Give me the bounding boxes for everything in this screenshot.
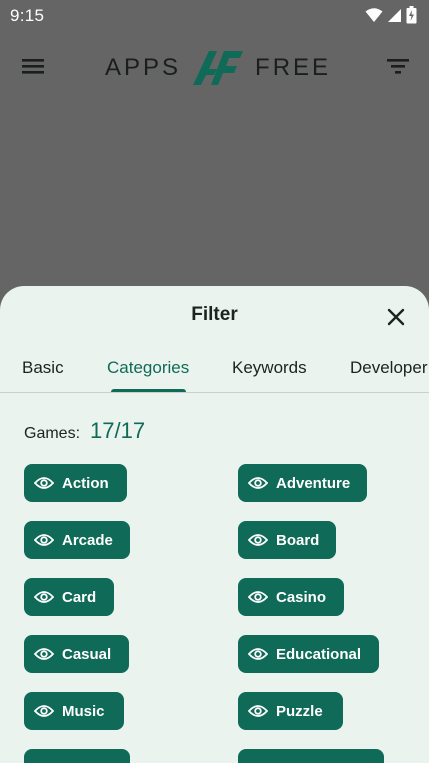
chip-label: Arcade	[62, 531, 113, 549]
sheet-title: Filter	[191, 304, 238, 325]
chip-label: Board	[276, 531, 320, 549]
eye-icon	[248, 477, 268, 489]
chip-board[interactable]: Board	[238, 521, 336, 559]
chip-casino[interactable]: Casino	[238, 578, 344, 616]
chip-partial-right[interactable]	[238, 749, 384, 763]
tab-developer[interactable]: Developer	[350, 358, 428, 378]
chip-partial-left[interactable]	[24, 749, 130, 763]
eye-icon	[248, 534, 268, 546]
chip-music[interactable]: Music	[24, 692, 124, 730]
games-count: 17/17	[90, 418, 146, 443]
chip-label: Casino	[276, 588, 327, 606]
chip-puzzle[interactable]: Puzzle	[238, 692, 343, 730]
chip-card[interactable]: Card	[24, 578, 114, 616]
eye-icon	[34, 705, 54, 717]
status-icons	[365, 6, 417, 24]
chip-label: Music	[62, 702, 105, 720]
filter-sheet: Filter Basic Categories Keywords Develop…	[0, 286, 429, 763]
chip-label: Puzzle	[276, 702, 323, 720]
tab-categories[interactable]: Categories	[107, 358, 189, 378]
menu-icon	[22, 59, 44, 74]
chip-educational[interactable]: Educational	[238, 635, 379, 673]
chip-label: Casual	[62, 645, 112, 663]
status-time: 9:15	[10, 6, 45, 25]
app-logo: APPS FREE	[105, 48, 331, 88]
logo-text-right: FREE	[255, 54, 332, 81]
games-label: Games:	[24, 425, 81, 442]
chip-casual[interactable]: Casual	[24, 635, 129, 673]
eye-icon	[248, 648, 268, 660]
eye-icon	[34, 477, 54, 489]
battery-icon	[406, 6, 417, 24]
app-bar: APPS FREE	[0, 40, 429, 96]
chip-label: Card	[62, 588, 97, 606]
eye-icon	[248, 705, 268, 717]
tab-basic[interactable]: Basic	[22, 358, 64, 378]
close-icon	[387, 308, 405, 326]
active-tab-indicator	[111, 389, 186, 392]
chip-label: Adventure	[276, 474, 351, 492]
signal-icon	[388, 9, 401, 22]
logo-mark-icon	[193, 51, 244, 85]
tab-keywords[interactable]: Keywords	[232, 358, 307, 378]
status-bar: 9:15	[0, 0, 429, 30]
eye-icon	[248, 591, 268, 603]
filter-button[interactable]	[385, 54, 413, 80]
tab-bar: Basic Categories Keywords Developer	[0, 350, 429, 393]
eye-icon	[34, 534, 54, 546]
eye-icon	[34, 591, 54, 603]
chip-adventure[interactable]: Adventure	[238, 464, 367, 502]
logo-text-left: APPS	[105, 54, 182, 81]
chip-label: Educational	[276, 645, 362, 663]
eye-icon	[34, 648, 54, 660]
chip-label: Action	[62, 474, 109, 492]
games-counter: Games: 17/17	[24, 418, 145, 444]
wifi-icon	[365, 8, 383, 22]
chip-action[interactable]: Action	[24, 464, 127, 502]
close-button[interactable]	[385, 306, 407, 328]
filter-icon	[387, 59, 409, 74]
menu-button[interactable]	[20, 54, 48, 80]
chip-arcade[interactable]: Arcade	[24, 521, 130, 559]
